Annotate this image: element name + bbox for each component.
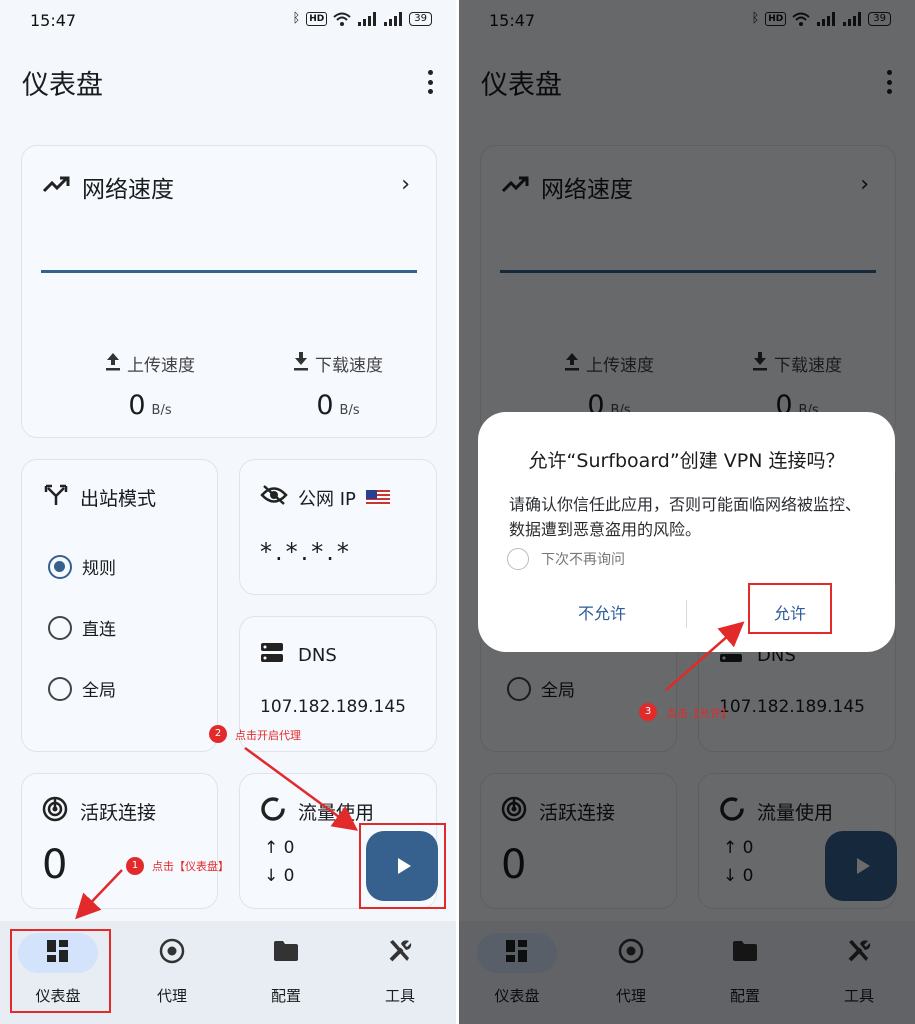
mode-option-rule[interactable]: 规则 <box>48 554 116 579</box>
download-icon <box>293 351 309 376</box>
dont-ask-again-checkbox[interactable]: 下次不再询问 <box>507 548 625 570</box>
fork-icon <box>44 484 68 511</box>
status-bar: 15:47 ᛒ HD 39 <box>0 0 456 40</box>
left-screenshot: 15:47 ᛒ HD 39 仪表盘 网络速度 › 上传速度 0 B/s 下载速度 … <box>0 0 456 1024</box>
traffic-usage-title: 流量使用 <box>298 802 375 824</box>
nav-config[interactable]: 配置 <box>236 933 336 1006</box>
nav-tools[interactable]: 工具 <box>350 933 450 1006</box>
mode-option-direct[interactable]: 直连 <box>48 615 116 640</box>
download-label: 下载速度 <box>315 356 383 376</box>
checkbox-label: 下次不再询问 <box>541 552 625 568</box>
mode-option-global[interactable]: 全局 <box>48 676 116 701</box>
outbound-mode-card: 出站模式 规则 直连 全局 <box>21 459 218 752</box>
upload-unit: B/s <box>151 403 172 418</box>
traffic-down: ↓ 0 <box>264 866 295 886</box>
server-icon <box>260 641 284 670</box>
upload-icon <box>105 351 121 376</box>
eye-off-icon <box>260 484 288 511</box>
signal-icon <box>383 11 403 26</box>
radio-selected[interactable] <box>48 554 72 579</box>
public-ip-card[interactable]: 公网 IP *.*.*.* <box>239 459 437 595</box>
radio-unselected[interactable] <box>48 676 72 701</box>
upload-label: 上传速度 <box>127 356 195 376</box>
upload-speed: 上传速度 0 B/s <box>70 351 230 421</box>
dialog-title: 允许“Surfboard”创建 VPN 连接吗？ <box>528 450 845 472</box>
chevron-right-icon[interactable]: › <box>401 172 410 197</box>
deny-button[interactable]: 不允许 <box>542 600 662 624</box>
status-time: 15:47 <box>30 11 77 30</box>
annotation-badge-1: 1 <box>126 857 144 875</box>
annotation-box-start <box>359 823 446 909</box>
us-flag-icon <box>365 489 390 506</box>
button-separator <box>686 600 687 628</box>
nav-proxy[interactable]: 代理 <box>122 933 222 1006</box>
public-ip-title: 公网 IP <box>298 488 356 510</box>
right-screenshot: 15:47 ᛒ HD 39 仪表盘 网络速度 › 上传速度 0B/s 下载速度 … <box>459 0 915 1024</box>
speed-graph-line <box>41 270 417 273</box>
active-connections-value: 0 <box>42 842 68 888</box>
radio-unselected[interactable] <box>48 615 72 640</box>
upload-value: 0 <box>128 390 146 421</box>
mode-option-label: 直连 <box>82 620 116 640</box>
download-value: 0 <box>316 390 334 421</box>
page-title: 仪表盘 <box>22 70 103 101</box>
trending-icon <box>42 175 70 199</box>
radar-icon <box>42 796 68 827</box>
nav-label: 代理 <box>156 987 187 1005</box>
mode-option-label: 规则 <box>82 559 116 579</box>
mode-option-label: 全局 <box>82 681 116 701</box>
wifi-icon <box>333 12 351 26</box>
more-vert-icon[interactable] <box>426 70 434 94</box>
annotation-badge-2: 2 <box>209 725 227 743</box>
annotation-box-allow <box>748 583 832 634</box>
signal-icon <box>357 11 377 26</box>
dns-value: 107.182.189.145 <box>260 697 407 717</box>
active-connections-card[interactable]: 活跃连接 0 <box>21 773 218 909</box>
bluetooth-icon: ᛒ <box>292 11 301 26</box>
annotation-text-1: 点击【仪表盘】 <box>152 860 229 873</box>
nav-label: 工具 <box>384 987 415 1005</box>
dialog-body: 请确认你信任此应用，否则可能面临网络被监控、数据遭到恶意盗用的风险。 <box>509 495 862 539</box>
annotation-text-2: 点击开启代理 <box>235 729 301 742</box>
hd-badge: HD <box>306 11 328 26</box>
nav-label: 配置 <box>270 987 301 1005</box>
donut-icon <box>260 796 286 827</box>
download-unit: B/s <box>339 403 360 418</box>
annotation-badge-3: 3 <box>639 703 657 721</box>
outbound-mode-title: 出站模式 <box>80 488 157 510</box>
annotation-box-dashboard <box>10 929 111 1013</box>
annotation-text-3: 点击【允许】 <box>666 707 732 720</box>
proxy-icon <box>159 938 185 968</box>
status-icons: ᛒ HD 39 <box>292 11 432 26</box>
traffic-up: ↑ 0 <box>264 838 295 858</box>
network-speed-card[interactable]: 网络速度 › 上传速度 0 B/s 下载速度 0 B/s <box>21 145 437 438</box>
network-speed-title: 网络速度 <box>82 177 174 203</box>
checkbox-circle[interactable] <box>507 548 529 570</box>
tools-icon <box>387 938 413 968</box>
folder-icon <box>273 940 299 966</box>
active-connections-title: 活跃连接 <box>80 802 157 824</box>
dns-title: DNS <box>298 645 337 666</box>
public-ip-value: *.*.*.* <box>260 538 352 566</box>
battery-icon: 39 <box>409 11 432 26</box>
download-speed: 下载速度 0 B/s <box>258 351 418 421</box>
vpn-permission-dialog: 允许“Surfboard”创建 VPN 连接吗？ 请确认你信任此应用，否则可能面… <box>478 412 895 652</box>
